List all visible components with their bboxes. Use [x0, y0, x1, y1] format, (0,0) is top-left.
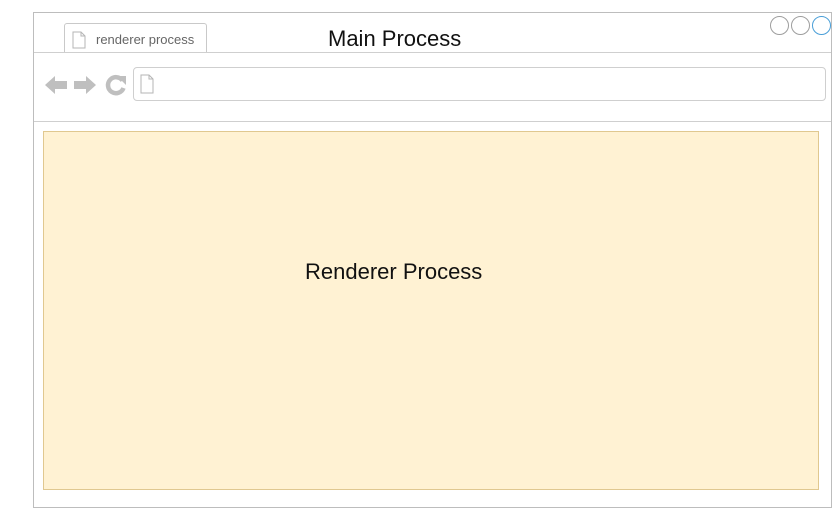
address-bar[interactable] [133, 67, 826, 101]
tab-label: renderer process [96, 32, 195, 47]
reload-icon[interactable] [104, 73, 128, 97]
back-arrow-icon[interactable] [44, 73, 68, 97]
renderer-process-label: Renderer Process [305, 259, 483, 284]
document-icon [140, 74, 154, 94]
browser-window: renderer process Main Process Renderer P… [33, 12, 832, 508]
browser-toolbar [34, 53, 831, 121]
window-controls [770, 16, 831, 35]
window-control-circle[interactable] [770, 16, 789, 35]
forward-arrow-icon[interactable] [73, 73, 97, 97]
renderer-process-area: Renderer Process [43, 131, 819, 490]
main-process-label: Main Process [328, 26, 462, 51]
window-control-circle[interactable] [812, 16, 831, 35]
document-icon [72, 31, 86, 49]
tab-renderer-process[interactable]: renderer process [64, 23, 207, 53]
window-control-circle[interactable] [791, 16, 810, 35]
toolbar-divider [34, 121, 831, 122]
